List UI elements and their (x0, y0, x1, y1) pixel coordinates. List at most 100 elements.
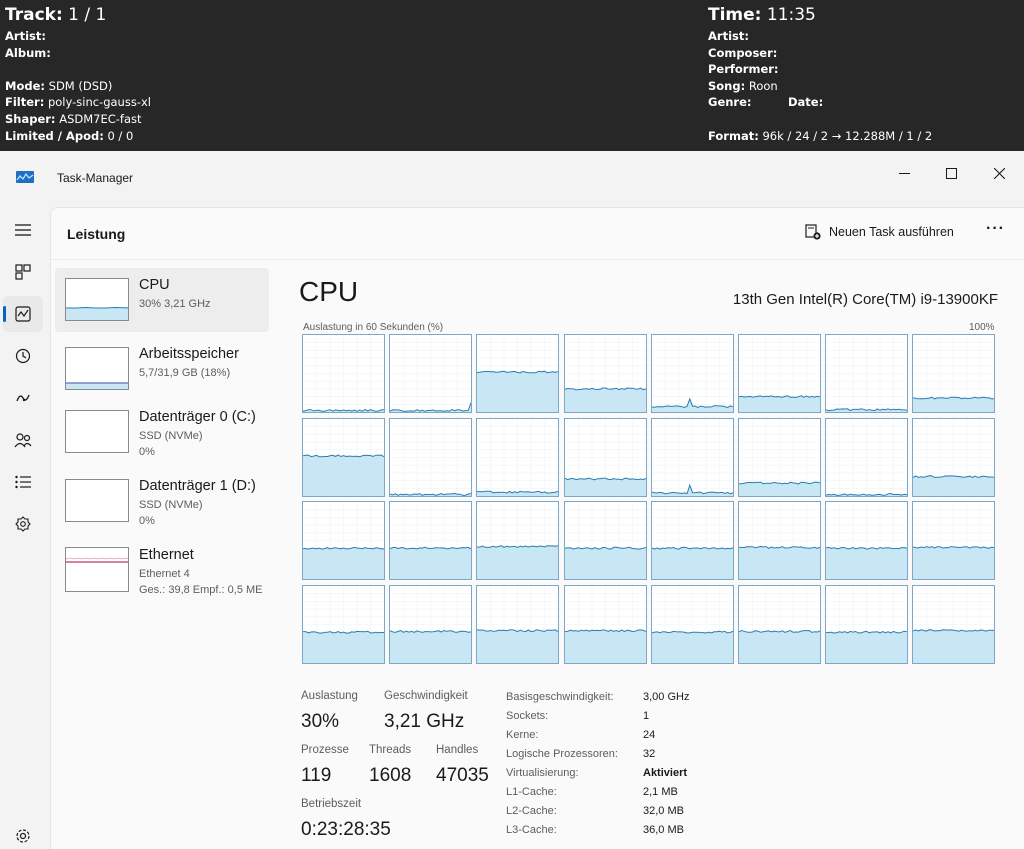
minimize-button[interactable] (881, 157, 927, 189)
users-icon (14, 433, 32, 448)
settings-icon (16, 829, 30, 843)
resource-memory[interactable]: Arbeitsspeicher 5,7/31,9 GB (18%) (55, 337, 269, 401)
format-label: Format: (708, 128, 759, 143)
cpu-model-name: 13th Gen Intel(R) Core(TM) i9-13900KF (732, 291, 998, 308)
startup-apps-icon (16, 394, 30, 402)
title-bar[interactable]: Task-Manager (0, 151, 1024, 201)
composer-line: Composer: (708, 45, 932, 62)
uptime-value: 0:23:28:35 (301, 819, 391, 840)
nav-selection-indicator (3, 306, 6, 322)
resource-usage: 0% (139, 515, 155, 527)
minimize-icon (898, 172, 910, 174)
nav-details[interactable] (3, 464, 43, 500)
resource-detail: SSD (NVMe) (139, 430, 203, 442)
limited-label: Limited / Apod: (5, 128, 104, 143)
nav-users[interactable] (3, 422, 43, 458)
limited-value: 0 / 0 (107, 128, 134, 143)
resource-ethernet[interactable]: Ethernet Ethernet 4 Ges.: 39,8 Empf.: 0,… (55, 538, 269, 602)
cpu-core-graph (912, 417, 996, 497)
resource-detail: 30% 3,21 GHz (139, 298, 211, 310)
spec-l2-cache-label: L2-Cache: (506, 805, 557, 817)
mode-value: SDM (DSD) (48, 78, 113, 93)
track-value: 1 / 1 (68, 5, 107, 25)
spec-cores-label: Kerne: (506, 729, 539, 741)
shaper-value: ASDM7EC-fast (59, 111, 142, 126)
nav-menu-button[interactable] (3, 212, 43, 248)
cpu-core-graph (912, 501, 996, 580)
spec-l3-cache-value: 36,0 MB (643, 824, 684, 836)
nav-startup-apps[interactable] (3, 380, 43, 416)
artist-label-right: Artist: (708, 29, 749, 43)
cpu-thumbnail-graph (65, 278, 129, 321)
spec-virtualization-value: Aktiviert (643, 767, 688, 779)
cpu-core-graph (650, 501, 734, 580)
spec-l3-cache-label: L3-Cache: (506, 824, 557, 836)
utilization-value: 30% (301, 711, 340, 732)
resource-disk-1[interactable]: Datenträger 1 (D:) SSD (NVMe) 0% (55, 469, 269, 533)
spec-l1-cache-value: 2,1 MB (643, 786, 678, 798)
spec-sockets-label: Sockets: (506, 710, 549, 722)
player-info-left: Track: 1 / 1 Artist: Album: Mode: SDM (D… (5, 4, 151, 144)
date-label: Date: (788, 95, 824, 110)
processes-label: Prozesse (301, 744, 349, 756)
cpu-core-graph (912, 584, 996, 664)
cpu-core-graph (302, 501, 385, 580)
resource-name: CPU (139, 277, 170, 293)
cpu-core-graph (563, 584, 647, 664)
cpu-core-graph (563, 417, 647, 497)
cpu-core-graph (563, 334, 647, 413)
threads-value: 1608 (369, 765, 412, 786)
page-header: Leistung Neuen Task ausführen ··· (51, 208, 1024, 260)
format-value: 96k / 24 / 2 → 12.288M / 1 / 2 (762, 128, 933, 143)
performer-line: Performer: (708, 61, 932, 78)
time-value: 11:35 (766, 5, 816, 25)
run-new-task-label: Neuen Task ausführen (829, 225, 954, 239)
nav-performance[interactable] (3, 296, 43, 332)
run-new-task-button[interactable]: Neuen Task ausführen (805, 224, 954, 240)
task-manager-window: Task-Manager Leistung Neuen Task ausführ… (0, 151, 1024, 849)
cpu-core-graph (738, 501, 821, 580)
memory-thumbnail-graph (65, 347, 129, 390)
resource-usage: 0% (139, 446, 155, 458)
resource-cpu[interactable]: CPU 30% 3,21 GHz (55, 268, 269, 332)
handles-label: Handles (436, 744, 479, 756)
resource-name: Ethernet (139, 547, 194, 563)
time-label: Time: (708, 5, 762, 25)
genre-label: Genre: (708, 95, 752, 110)
nav-settings[interactable] (3, 818, 43, 849)
disk-0-thumbnail-graph (65, 410, 129, 453)
mode-line: Mode: SDM (DSD) (5, 78, 151, 95)
task-manager-app-icon (16, 171, 34, 183)
spec-sockets-value: 1 (643, 710, 650, 722)
processes-icon (15, 264, 31, 280)
cpu-core-graph (476, 584, 560, 664)
more-options-button[interactable]: ··· (986, 220, 1005, 238)
details-icon (15, 475, 31, 489)
cpu-core-graph (825, 501, 909, 580)
resource-detail: SSD (NVMe) (139, 499, 203, 511)
spec-l1-cache-label: L1-Cache: (506, 786, 557, 798)
cpu-core-graph (825, 417, 909, 497)
cpu-core-graph (476, 334, 560, 413)
close-button[interactable] (976, 157, 1022, 189)
resource-disk-0[interactable]: Datenträger 0 (C:) SSD (NVMe) 0% (55, 400, 269, 464)
cpu-core-graph (650, 584, 734, 664)
resource-detail: Ethernet 4 (139, 568, 190, 580)
maximize-button[interactable] (928, 157, 974, 189)
cpu-core-graph (738, 584, 821, 664)
composer-label: Composer: (708, 45, 778, 60)
nav-services[interactable] (3, 506, 43, 542)
performance-icon (15, 306, 31, 322)
format-line: Format: 96k / 24 / 2 → 12.288M / 1 / 2 (708, 128, 932, 145)
spec-logical-processors-label: Logische Prozessoren: (506, 748, 618, 760)
nav-processes[interactable] (3, 254, 43, 290)
cpu-core-graph (825, 334, 909, 413)
player-info-right: Time: 11:35 Artist: Composer: Performer:… (708, 4, 932, 144)
cpu-core-graph (389, 417, 473, 497)
spec-cores-value: 24 (643, 729, 656, 741)
song-line: Song: Roon (708, 78, 932, 95)
maximize-icon (945, 167, 957, 179)
song-label: Song: (708, 78, 746, 93)
nav-app-history[interactable] (3, 338, 43, 374)
cpu-core-graph (389, 334, 473, 413)
